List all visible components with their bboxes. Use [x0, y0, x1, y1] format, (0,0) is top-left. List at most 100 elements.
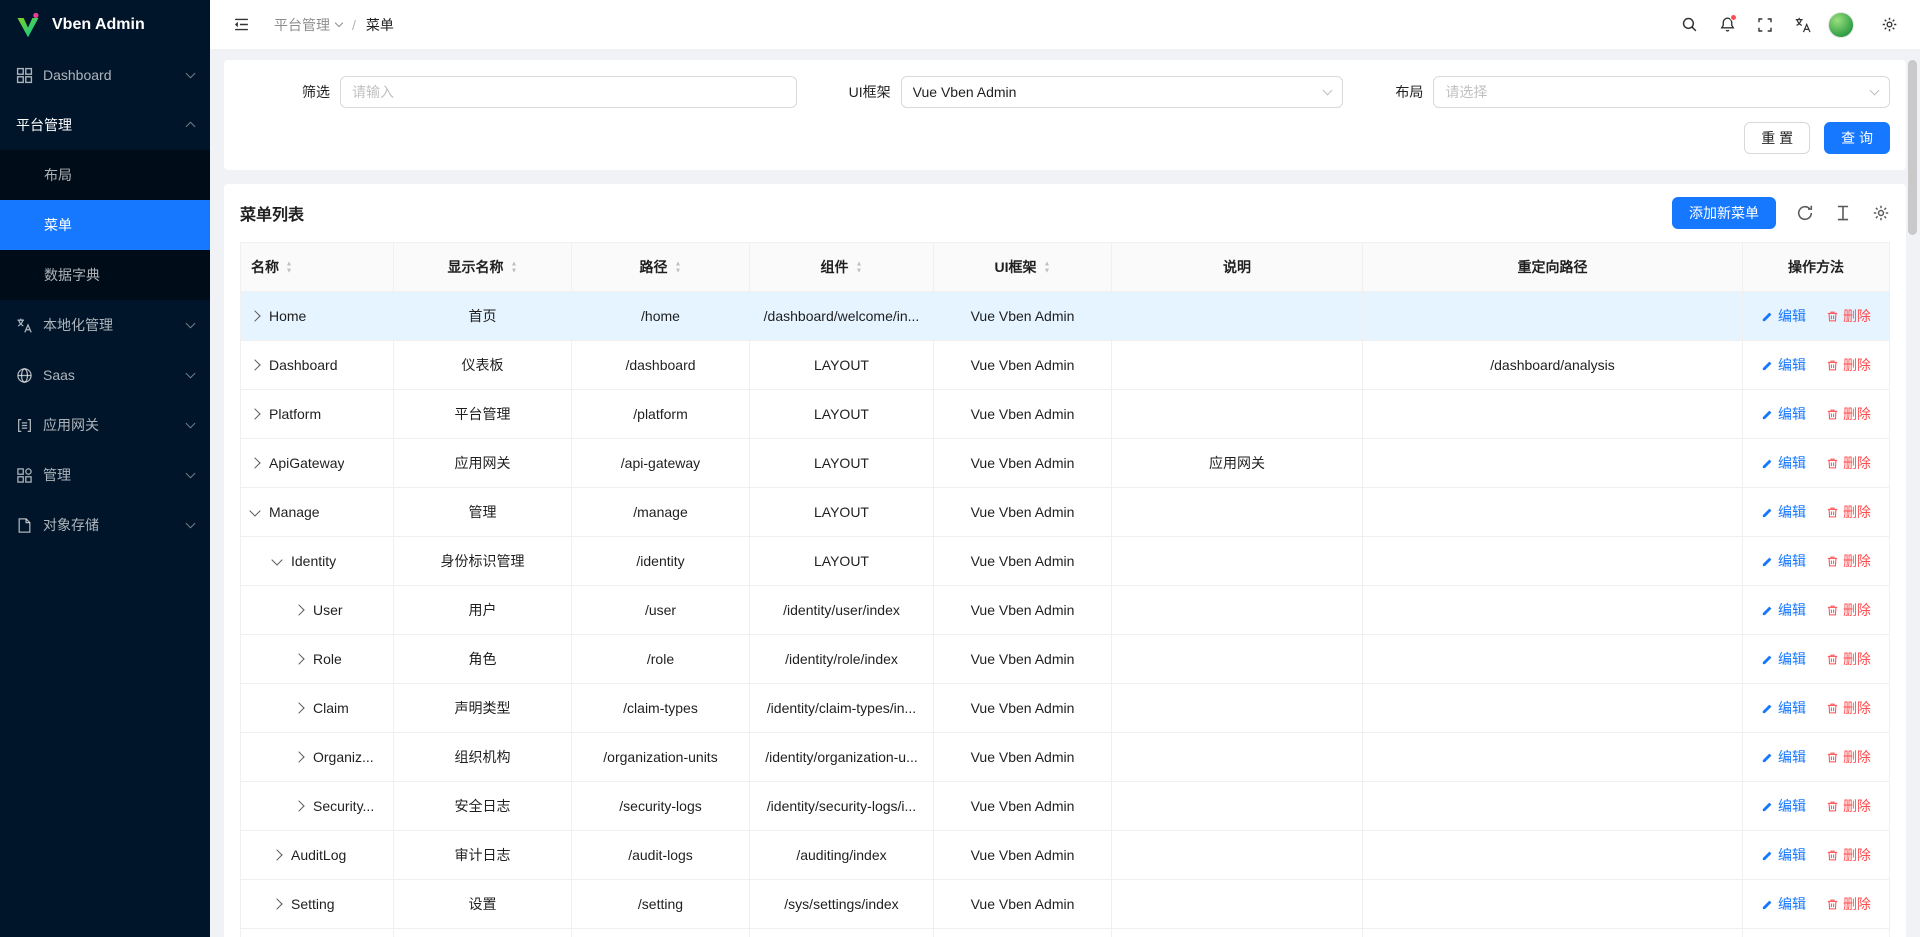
delete-button[interactable]: 删除: [1826, 453, 1871, 473]
expand-icon[interactable]: [249, 310, 260, 321]
delete-button[interactable]: 删除: [1826, 551, 1871, 571]
filter-keyword-input[interactable]: [340, 76, 797, 108]
edit-button[interactable]: 编辑: [1761, 306, 1806, 326]
sort-icon[interactable]: ▲▼: [855, 260, 863, 274]
expand-icon[interactable]: [249, 408, 260, 419]
expand-icon[interactable]: [293, 653, 304, 664]
language-button[interactable]: [1786, 8, 1820, 42]
search-button[interactable]: [1672, 8, 1706, 42]
layout-select[interactable]: 请选择: [1433, 76, 1890, 108]
table-row[interactable]: ApiGateway 应用网关 /api-gateway LAYOUT Vue …: [241, 439, 1890, 488]
cell-name: Identity: [291, 553, 336, 569]
edit-button[interactable]: 编辑: [1761, 747, 1806, 767]
sidebar-item-dashboard[interactable]: Dashboard: [0, 50, 210, 100]
expand-icon[interactable]: [293, 702, 304, 713]
table-row[interactable]: Security... 安全日志 /security-logs /identit…: [241, 782, 1890, 831]
avatar: [1828, 12, 1854, 38]
delete-button[interactable]: 删除: [1826, 796, 1871, 816]
column-label: 显示名称: [448, 257, 504, 277]
column-label: 说明: [1223, 257, 1251, 277]
edit-button[interactable]: 编辑: [1761, 796, 1806, 816]
table-row[interactable]: Setting 设置 /setting /sys/settings/index …: [241, 880, 1890, 929]
expand-icon[interactable]: [249, 457, 260, 468]
add-menu-button[interactable]: 添加新菜单: [1672, 197, 1776, 229]
expand-icon[interactable]: [271, 849, 282, 860]
delete-button[interactable]: 删除: [1826, 306, 1871, 326]
table-row[interactable]: Role 角色 /role /identity/role/index Vue V…: [241, 635, 1890, 684]
expand-icon[interactable]: [293, 604, 304, 615]
expand-icon[interactable]: [271, 554, 282, 565]
sidebar-item-dictionary[interactable]: 数据字典: [0, 250, 210, 300]
expand-icon[interactable]: [293, 800, 304, 811]
edit-button[interactable]: 编辑: [1761, 600, 1806, 620]
table-row[interactable]: Identity 身份标识管理 /identity LAYOUT Vue Vbe…: [241, 537, 1890, 586]
table-settings-icon[interactable]: [1872, 204, 1890, 222]
refresh-icon[interactable]: [1796, 204, 1814, 222]
table-row[interactable]: Claim 声明类型 /claim-types /identity/claim-…: [241, 684, 1890, 733]
delete-button[interactable]: 删除: [1826, 894, 1871, 914]
table-row[interactable]: Organiz... 组织机构 /organization-units /ide…: [241, 733, 1890, 782]
sort-icon[interactable]: ▲▼: [1043, 260, 1051, 274]
notification-button[interactable]: [1710, 8, 1744, 42]
delete-button[interactable]: 删除: [1826, 698, 1871, 718]
delete-button[interactable]: 删除: [1826, 502, 1871, 522]
reset-button[interactable]: 重 置: [1744, 122, 1810, 154]
edit-button[interactable]: 编辑: [1761, 894, 1806, 914]
sidebar-item-platform[interactable]: 平台管理: [0, 100, 210, 150]
cell-component: LAYOUT: [750, 488, 934, 537]
settings-gear-icon: [1881, 16, 1898, 33]
delete-button[interactable]: 删除: [1826, 845, 1871, 865]
column-header-4[interactable]: 组件▲▼: [750, 243, 934, 292]
table-row[interactable]: Platform 平台管理 /platform LAYOUT Vue Vben …: [241, 390, 1890, 439]
sidebar-item-api-gateway[interactable]: 应用网关: [0, 400, 210, 450]
expand-icon[interactable]: [249, 359, 260, 370]
edit-button[interactable]: 编辑: [1761, 551, 1806, 571]
table-row[interactable]: User 用户 /user /identity/user/index Vue V…: [241, 586, 1890, 635]
delete-button[interactable]: 删除: [1826, 600, 1871, 620]
cell-component: /sys/settings/index: [750, 880, 934, 929]
app-logo[interactable]: Vben Admin: [0, 0, 210, 50]
edit-button[interactable]: 编辑: [1761, 502, 1806, 522]
preferences-button[interactable]: [1872, 8, 1906, 42]
column-header-5[interactable]: UI框架▲▼: [934, 243, 1112, 292]
sidebar-item-menu[interactable]: 菜单: [0, 200, 210, 250]
sidebar-item-layout[interactable]: 布局: [0, 150, 210, 200]
sidebar-item-saas[interactable]: Saas: [0, 350, 210, 400]
column-header-1[interactable]: 名称▲▼: [241, 243, 394, 292]
edit-button[interactable]: 编辑: [1761, 355, 1806, 375]
delete-button[interactable]: 删除: [1826, 355, 1871, 375]
search-submit-button[interactable]: 查 询: [1824, 122, 1890, 154]
edit-button[interactable]: 编辑: [1761, 698, 1806, 718]
sort-icon[interactable]: ▲▼: [510, 260, 518, 274]
delete-button[interactable]: 删除: [1826, 404, 1871, 424]
user-menu-button[interactable]: [1824, 8, 1858, 42]
breadcrumb-platform[interactable]: 平台管理: [274, 15, 342, 35]
table-row[interactable]: Dashboard 仪表板 /dashboard LAYOUT Vue Vben…: [241, 341, 1890, 390]
sidebar-item-localization[interactable]: 本地化管理: [0, 300, 210, 350]
delete-button[interactable]: 删除: [1826, 747, 1871, 767]
edit-button[interactable]: 编辑: [1761, 649, 1806, 669]
table-row[interactable]: AuditLog 审计日志 /audit-logs /auditing/inde…: [241, 831, 1890, 880]
sidebar-item-object-storage[interactable]: 对象存储: [0, 500, 210, 550]
table-row[interactable]: Home 首页 /home /dashboard/welcome/in... V…: [241, 292, 1890, 341]
row-height-icon[interactable]: [1834, 204, 1852, 222]
vertical-scrollbar[interactable]: [1908, 60, 1917, 235]
table-row[interactable]: Manage 管理 /manage LAYOUT Vue Vben Admin …: [241, 488, 1890, 537]
edit-button[interactable]: 编辑: [1761, 845, 1806, 865]
edit-button[interactable]: 编辑: [1761, 404, 1806, 424]
column-header-3[interactable]: 路径▲▼: [572, 243, 750, 292]
delete-button[interactable]: 删除: [1826, 649, 1871, 669]
expand-icon[interactable]: [271, 898, 282, 909]
expand-icon[interactable]: [293, 751, 304, 762]
sidebar-item-manage[interactable]: 管理: [0, 450, 210, 500]
edit-button-label: 编辑: [1778, 404, 1806, 424]
sort-icon[interactable]: ▲▼: [674, 260, 682, 274]
edit-button[interactable]: 编辑: [1761, 453, 1806, 473]
delete-trash-icon: [1826, 604, 1839, 617]
expand-icon[interactable]: [249, 505, 260, 516]
sort-icon[interactable]: ▲▼: [285, 260, 293, 274]
fullscreen-button[interactable]: [1748, 8, 1782, 42]
framework-select[interactable]: Vue Vben Admin: [901, 76, 1344, 108]
sidebar-collapse-button[interactable]: [224, 8, 258, 42]
column-header-2[interactable]: 显示名称 ▲▼: [394, 243, 572, 292]
